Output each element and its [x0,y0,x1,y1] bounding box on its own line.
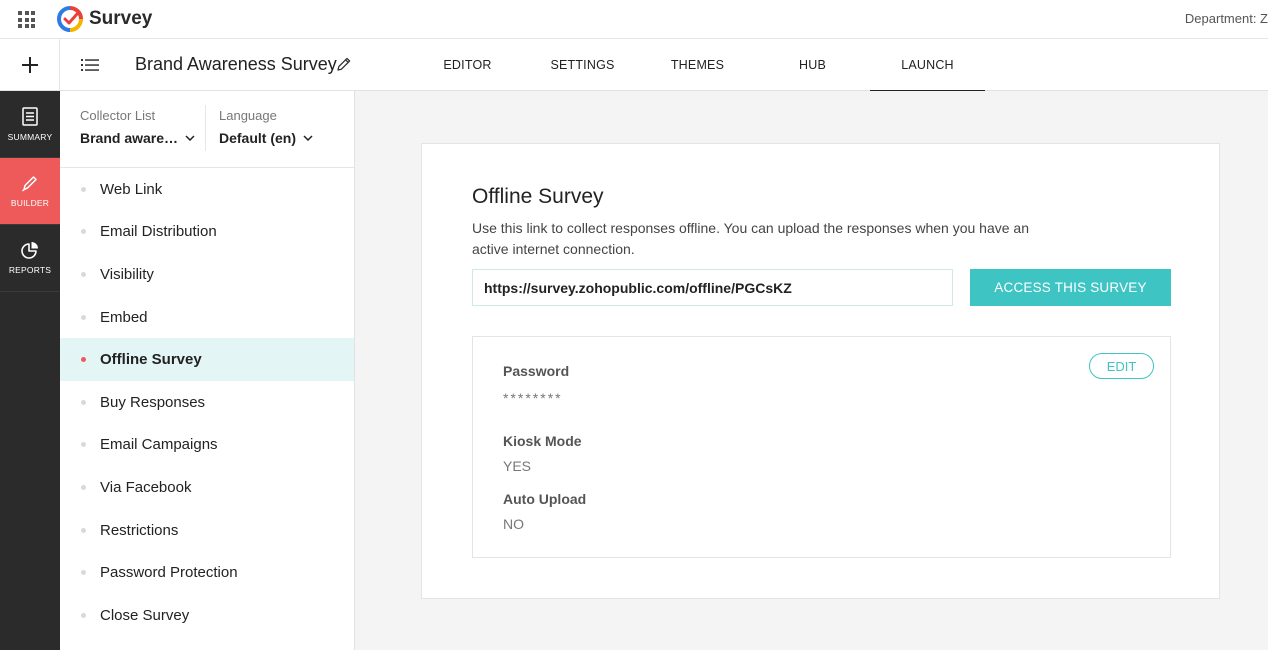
tab-editor[interactable]: EDITOR [410,39,525,91]
kiosk-mode-value: YES [503,458,532,474]
menu-item-offline-survey[interactable]: Offline Survey [60,338,354,381]
apps-grid-icon[interactable] [18,11,35,28]
menu-item-label: Embed [100,308,148,326]
menu-item-buy-responses[interactable]: Buy Responses [60,381,354,424]
top-tabs: EDITOR SETTINGS THEMES HUB LAUNCH [410,39,985,92]
menu-item-password-protection[interactable]: Password Protection [60,551,354,594]
survey-list-button[interactable] [60,39,119,91]
list-icon [80,59,99,71]
create-button[interactable] [0,39,60,91]
menu-item-web-link[interactable]: Web Link [60,168,354,211]
menu-item-label: Email Distribution [100,223,217,241]
menu-item-close-survey[interactable]: Close Survey [60,594,354,637]
menu-item-label: Web Link [100,180,163,198]
top-bar: Survey Department: Z [0,0,1268,39]
menu-item-email-distribution[interactable]: Email Distribution [60,211,354,254]
edit-title-icon[interactable] [336,56,352,72]
edit-button[interactable]: EDIT [1089,353,1154,379]
menu-item-label: Offline Survey [100,351,202,369]
offline-survey-card: Offline Survey Use this link to collect … [421,143,1220,599]
auto-upload-value: NO [503,516,524,532]
collector-panel-header: Collector List Brand aware… Language Def… [60,91,354,168]
bullet-dot [81,314,86,320]
main-content: Offline Survey Use this link to collect … [355,91,1268,650]
language-dropdown[interactable]: Default (en) [219,130,313,146]
password-value: ******** [503,390,563,406]
app-name: Survey [89,8,153,29]
tab-hub[interactable]: HUB [755,39,870,91]
bullet-dot [81,399,86,405]
menu-item-label: Email Campaigns [100,436,218,454]
menu-item-embed[interactable]: Embed [60,296,354,339]
survey-title: Brand Awareness Survey [135,54,337,74]
pencil-icon [22,176,37,192]
nav-reports-label: REPORTS [8,265,52,275]
menu-item-label: Close Survey [100,606,190,624]
divider [205,105,206,151]
nav-builder-label: BUILDER [10,198,50,208]
offline-settings-box: EDIT Password ******** Kiosk Mode YES Au… [472,336,1171,558]
bullet-dot [81,186,86,192]
password-label: Password [503,363,570,379]
menu-item-label: Via Facebook [100,478,192,496]
department-label[interactable]: Department: Z [1185,11,1268,26]
offline-url-field[interactable] [472,269,953,306]
collector-list-dropdown[interactable]: Brand aware… [80,130,195,146]
document-icon [22,106,38,126]
nav-reports[interactable]: REPORTS [0,225,60,292]
menu-item-restrictions[interactable]: Restrictions [60,509,354,552]
left-sidebar: SUMMARY BUILDER REPORTS [0,91,60,650]
bullet-dot [81,229,86,235]
bullet-dot [81,612,86,618]
chevron-down-icon [303,135,313,141]
access-survey-button[interactable]: ACCESS THIS SURVEY [970,269,1171,306]
bullet-dot [81,357,86,363]
language-caption: Language [219,108,277,123]
bullet-dot [81,484,86,490]
menu-item-label: Buy Responses [100,393,206,411]
menu-item-visibility[interactable]: Visibility [60,253,354,296]
offline-survey-title: Offline Survey [472,185,604,208]
offline-survey-description: Use this link to collect responses offli… [472,220,1029,257]
nav-summary[interactable]: SUMMARY [0,91,60,158]
tab-settings[interactable]: SETTINGS [525,39,640,91]
bullet-dot [81,271,86,277]
bullet-dot [81,442,86,448]
collector-list-value: Brand aware… [80,130,179,146]
bullet-dot [81,527,86,533]
collector-menu: Web Link Email Distribution Visibility E… [60,168,354,637]
plus-icon [21,57,38,73]
collector-panel: Collector List Brand aware… Language Def… [60,91,355,650]
nav-summary-label: SUMMARY [7,131,53,142]
menu-item-email-campaigns[interactable]: Email Campaigns [60,424,354,467]
menu-item-label: Visibility [100,265,154,283]
kiosk-mode-label: Kiosk Mode [503,433,582,449]
nav-builder[interactable]: BUILDER [0,158,60,225]
auto-upload-label: Auto Upload [503,491,587,507]
pie-chart-icon [21,242,38,259]
menu-item-label: Password Protection [100,564,238,582]
survey-header: Brand Awareness Survey EDITOR SETTINGS T… [0,39,1268,92]
collector-list-caption: Collector List [80,108,156,123]
language-value: Default (en) [219,130,296,146]
tab-launch[interactable]: LAUNCH [870,39,985,92]
survey-logo-icon [57,6,83,32]
menu-item-via-facebook[interactable]: Via Facebook [60,466,354,509]
language-selector: Language Default (en) [219,108,313,146]
collector-list-selector: Collector List Brand aware… [80,108,195,146]
tab-themes[interactable]: THEMES [640,39,755,91]
menu-item-label: Restrictions [100,521,179,539]
chevron-down-icon [185,135,195,141]
bullet-dot [81,570,86,576]
